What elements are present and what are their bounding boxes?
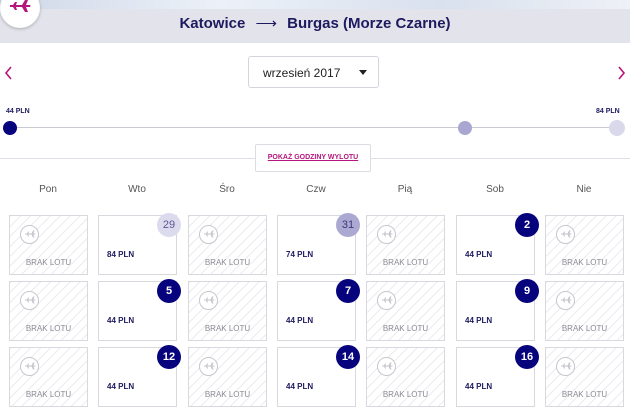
show-departure-times-button[interactable]: POKAŻ GODZINY WYLOTU bbox=[255, 144, 371, 172]
month-select-value: wrzesień 2017 bbox=[263, 66, 341, 80]
price-range-max-handle[interactable] bbox=[609, 120, 625, 136]
day-number-badge: 14 bbox=[336, 345, 360, 369]
weekday-label: Czw bbox=[306, 184, 326, 195]
day-number-badge: 7 bbox=[336, 279, 360, 303]
airplane-icon bbox=[556, 357, 575, 376]
airplane-icon bbox=[20, 357, 39, 376]
flight-price: 44 PLN bbox=[107, 382, 135, 391]
month-select[interactable]: wrzesień 2017 bbox=[248, 56, 379, 88]
calendar-day-no-flight: BRAK LOTU bbox=[545, 281, 624, 341]
airplane-icon bbox=[199, 225, 218, 244]
weekday-label: Wto bbox=[128, 184, 146, 195]
airplane-icon bbox=[20, 225, 39, 244]
flight-price: 84 PLN bbox=[107, 250, 135, 259]
no-flight-label: BRAK LOTU bbox=[382, 324, 429, 333]
no-flight-label: BRAK LOTU bbox=[561, 324, 608, 333]
weekday-label: Śro bbox=[219, 184, 235, 195]
calendar-day-no-flight: BRAK LOTU bbox=[366, 215, 445, 275]
calendar-day-no-flight: BRAK LOTU bbox=[545, 347, 624, 407]
no-flight-label: BRAK LOTU bbox=[561, 258, 608, 267]
no-flight-label: BRAK LOTU bbox=[204, 258, 251, 267]
airplane-icon bbox=[20, 291, 39, 310]
no-flight-label: BRAK LOTU bbox=[204, 324, 251, 333]
calendar-day-no-flight: BRAK LOTU bbox=[188, 281, 267, 341]
price-range-min-handle[interactable] bbox=[3, 121, 17, 135]
flight-price: 44 PLN bbox=[107, 316, 135, 325]
no-flight-label: BRAK LOTU bbox=[25, 390, 72, 399]
flight-price: 74 PLN bbox=[286, 250, 314, 259]
day-number-badge: 5 bbox=[157, 279, 181, 303]
no-flight-label: BRAK LOTU bbox=[25, 258, 72, 267]
calendar-day-no-flight: BRAK LOTU bbox=[9, 281, 88, 341]
weekday-label: Pon bbox=[39, 184, 57, 195]
calendar-day-flight[interactable]: 44 PLN 2 bbox=[456, 213, 539, 275]
day-number-badge: 31 bbox=[336, 213, 360, 237]
airplane-icon bbox=[556, 225, 575, 244]
airplane-icon bbox=[377, 225, 396, 244]
calendar-day-no-flight: BRAK LOTU bbox=[188, 347, 267, 407]
header-banner bbox=[0, 0, 630, 9]
calendar-day-flight[interactable]: 84 PLN 29 bbox=[98, 213, 181, 275]
price-range-track bbox=[10, 127, 618, 128]
route-header: Katowice ⟶ Burgas (Morze Czarne) bbox=[0, 0, 630, 43]
no-flight-label: BRAK LOTU bbox=[561, 390, 608, 399]
airplane-icon bbox=[10, 0, 31, 12]
chevron-left-icon bbox=[4, 66, 12, 80]
calendar-day-no-flight: BRAK LOTU bbox=[9, 215, 88, 275]
airplane-icon bbox=[199, 357, 218, 376]
price-range-max-label: 84 PLN bbox=[596, 108, 620, 115]
calendar-day-flight[interactable]: 44 PLN 16 bbox=[456, 345, 539, 407]
caret-down-icon bbox=[359, 70, 367, 75]
calendar-day-no-flight: BRAK LOTU bbox=[366, 347, 445, 407]
flight-calendar-page: Katowice ⟶ Burgas (Morze Czarne) wrzesie… bbox=[0, 0, 630, 417]
price-range-mid-marker bbox=[458, 121, 472, 135]
airplane-icon bbox=[377, 291, 396, 310]
day-number-badge: 9 bbox=[515, 279, 539, 303]
flight-price: 44 PLN bbox=[286, 316, 314, 325]
calendar-day-flight[interactable]: 44 PLN 7 bbox=[277, 279, 360, 341]
no-flight-label: BRAK LOTU bbox=[25, 324, 72, 333]
price-range-min-label: 44 PLN bbox=[6, 108, 30, 115]
destination-city: Burgas (Morze Czarne) bbox=[287, 15, 451, 32]
day-number-badge: 12 bbox=[157, 345, 181, 369]
no-flight-label: BRAK LOTU bbox=[382, 258, 429, 267]
calendar-day-flight[interactable]: 44 PLN 12 bbox=[98, 345, 181, 407]
calendar-day-no-flight: BRAK LOTU bbox=[366, 281, 445, 341]
flight-price: 44 PLN bbox=[465, 382, 493, 391]
airplane-icon bbox=[556, 291, 575, 310]
flight-price: 44 PLN bbox=[465, 250, 493, 259]
day-number-badge: 2 bbox=[515, 213, 539, 237]
calendar-day-flight[interactable]: 44 PLN 5 bbox=[98, 279, 181, 341]
day-number-badge: 16 bbox=[515, 345, 539, 369]
no-flight-label: BRAK LOTU bbox=[382, 390, 429, 399]
route-arrow-icon: ⟶ bbox=[255, 15, 277, 32]
calendar-day-flight[interactable]: 74 PLN 31 bbox=[277, 213, 360, 275]
airplane-icon bbox=[377, 357, 396, 376]
airplane-icon bbox=[199, 291, 218, 310]
next-month-button[interactable] bbox=[614, 64, 628, 82]
calendar-day-flight[interactable]: 44 PLN 14 bbox=[277, 345, 360, 407]
weekday-label: Nie bbox=[576, 184, 592, 195]
origin-city: Katowice bbox=[179, 15, 246, 32]
calendar-day-no-flight: BRAK LOTU bbox=[9, 347, 88, 407]
weekday-label: Pią bbox=[397, 184, 413, 195]
day-number-badge: 29 bbox=[157, 213, 181, 237]
previous-month-button[interactable] bbox=[2, 64, 16, 82]
calendar-day-no-flight: BRAK LOTU bbox=[545, 215, 624, 275]
calendar-day-flight[interactable]: 44 PLN 9 bbox=[456, 279, 539, 341]
calendar-day-no-flight: BRAK LOTU bbox=[188, 215, 267, 275]
no-flight-label: BRAK LOTU bbox=[204, 390, 251, 399]
flight-price: 44 PLN bbox=[465, 316, 493, 325]
route-title: Katowice ⟶ Burgas (Morze Czarne) bbox=[0, 14, 630, 32]
flight-price: 44 PLN bbox=[286, 382, 314, 391]
chevron-right-icon bbox=[618, 66, 626, 80]
weekday-label: Sob bbox=[486, 184, 504, 195]
